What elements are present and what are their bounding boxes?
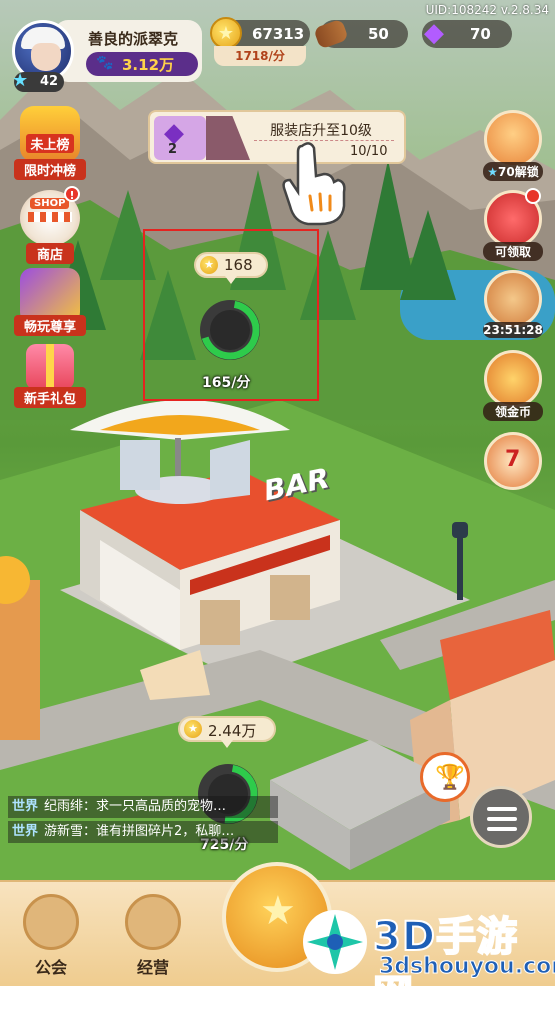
- street-lamp: [457, 530, 463, 600]
- quest-banner[interactable]: ◆ 2 服装店升至10级 10/10: [148, 110, 406, 164]
- chat-channel: 世界: [12, 799, 39, 814]
- production-amount: 2.44万: [208, 722, 257, 740]
- menu-line: [487, 807, 517, 811]
- coin-rate: 1718/分: [214, 46, 306, 66]
- trophy-button[interactable]: 🏆: [420, 752, 470, 802]
- trophy-icon: 🏆: [435, 763, 465, 791]
- rank-button[interactable]: 未上榜 限时冲榜: [14, 106, 86, 180]
- get-coins-button[interactable]: 领金币: [481, 350, 545, 421]
- avatar-face: [31, 43, 61, 71]
- guild-icon: [23, 894, 79, 950]
- chat-line: 世界 纪雨绯：求一只高品质的宠物…: [8, 796, 278, 818]
- player-profile[interactable]: 善良的派翠克 🐾 3.12万 ★ 42: [6, 20, 202, 92]
- rank-top-label: 未上榜: [26, 134, 74, 153]
- chat-text: 纪雨绯：求一只高品质的宠物…: [44, 799, 227, 814]
- power-value: 3.12万: [122, 56, 175, 74]
- newbie-pack-button[interactable]: 新手礼包: [14, 340, 86, 408]
- manage-icon: [125, 894, 181, 950]
- premium-button[interactable]: 畅玩尊享: [14, 268, 86, 336]
- street-lamp-head: [452, 522, 468, 538]
- shop-label: 商店: [26, 243, 74, 264]
- gem-icon: ◆: [424, 18, 444, 48]
- rank-label: 限时冲榜: [14, 159, 86, 180]
- wood-counter[interactable]: 50: [313, 18, 408, 50]
- tap-hand-icon: [282, 142, 346, 226]
- newbie-pack-label: 新手礼包: [14, 387, 86, 408]
- trophy-icon: 未上榜: [20, 106, 80, 162]
- unlock-label: ★70解锁: [483, 162, 543, 181]
- star-icon: ★: [487, 165, 499, 179]
- chat-line: 世界 游新雪：谁有拼图碎片2，私聊…: [8, 821, 278, 843]
- gift-ribbon: [46, 344, 54, 390]
- world-chat[interactable]: 世界 纪雨绯：求一只高品质的宠物… 世界 游新雪：谁有拼图碎片2，私聊…: [8, 796, 278, 846]
- player-name: 善良的派翠克: [88, 30, 179, 48]
- power-badge: 🐾 3.12万: [86, 52, 198, 76]
- coin-value: 67313: [252, 25, 305, 43]
- quest-reward: ◆ 2: [154, 116, 206, 160]
- calendar-button[interactable]: 7: [481, 432, 545, 490]
- calendar-number: 7: [505, 447, 521, 472]
- watermark-url: 3dshouyou.com: [378, 954, 555, 980]
- envelope-icon: [484, 270, 542, 328]
- production-bubble[interactable]: ★ 2.44万: [178, 716, 276, 748]
- claim-badge: [525, 188, 541, 204]
- guild-button[interactable]: 公会: [16, 894, 86, 978]
- coin-icon: ★: [210, 17, 242, 49]
- paw-icon: 🐾: [96, 55, 114, 71]
- gem-counter[interactable]: ◆ 70: [422, 18, 512, 48]
- quest-progress: 10/10: [350, 144, 388, 159]
- hammer-star-icon: ★: [260, 888, 296, 934]
- calendar-icon: 7: [484, 432, 542, 490]
- shop-awning: [28, 212, 72, 222]
- star-icon: ★: [12, 70, 29, 91]
- claim-button[interactable]: 可领取: [481, 188, 545, 261]
- premium-label: 畅玩尊享: [14, 315, 86, 336]
- mail-timer-button[interactable]: 23:51:28: [481, 270, 545, 338]
- chat-channel: 世界: [12, 824, 39, 839]
- claim-label: 可领取: [483, 242, 543, 261]
- tree: [400, 210, 456, 300]
- quest-title: 服装店升至10级: [270, 123, 372, 139]
- shop-sign: SHOP: [30, 198, 70, 209]
- bar-building[interactable]: [40, 400, 360, 700]
- uid-label: UID:108242 v.2.8.34: [425, 3, 549, 17]
- unlock-text: 70解锁: [498, 165, 539, 179]
- guild-label: 公会: [34, 958, 67, 977]
- level-badge: ★ 42: [12, 70, 64, 92]
- gift-box-icon: [26, 344, 74, 390]
- shop-badge: !: [64, 186, 80, 202]
- quest-reward-count: 2: [168, 142, 178, 157]
- wood-value: 50: [368, 25, 389, 43]
- left-building[interactable]: [0, 540, 50, 760]
- quest-stripe: [206, 116, 250, 160]
- shop-button[interactable]: SHOP ! 商店: [14, 186, 86, 264]
- level-value: 42: [40, 74, 59, 89]
- menu-line: [487, 827, 517, 831]
- highlight-box: [143, 229, 319, 401]
- dog-icon: [484, 110, 542, 168]
- get-coins-label: 领金币: [483, 402, 543, 421]
- menu-button[interactable]: [470, 786, 532, 848]
- manage-button[interactable]: 经营: [118, 894, 188, 978]
- menu-line: [487, 817, 517, 821]
- chat-text: 游新雪：谁有拼图碎片2，私聊…: [44, 824, 235, 839]
- gem-value: 70: [470, 25, 491, 43]
- unlock-button[interactable]: ★70解锁: [481, 110, 545, 181]
- timer-label: 23:51:28: [483, 322, 543, 338]
- coin-counter[interactable]: ★ 67313: [210, 17, 310, 49]
- megaphone-icon: [484, 350, 542, 408]
- coin-icon: ★: [184, 720, 202, 738]
- watermark-logo: 3D手游网 3dshouyou.com: [299, 902, 555, 1019]
- manage-label: 经营: [136, 958, 169, 977]
- watermark-emblem: [303, 910, 367, 974]
